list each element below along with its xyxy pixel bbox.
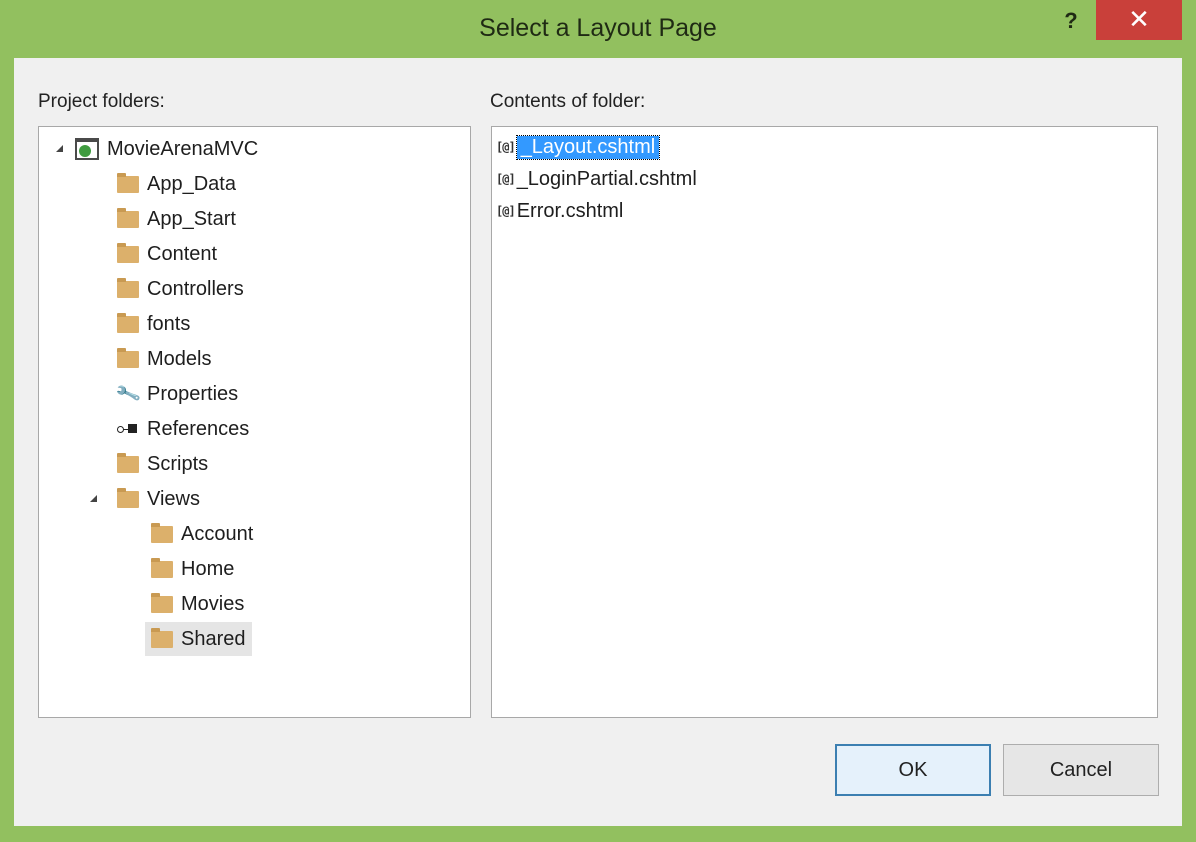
folder-icon: [151, 557, 173, 578]
expand-arrow-icon[interactable]: [56, 145, 63, 152]
tree-item-models[interactable]: Models: [117, 343, 211, 375]
ok-button[interactable]: OK: [835, 744, 991, 796]
wrench-icon: 🔧: [114, 380, 142, 407]
tree-item-label: Properties: [147, 382, 239, 405]
tree-item-label: fonts: [147, 312, 191, 335]
tree-item-views[interactable]: Views: [117, 483, 200, 515]
cshtml-file-icon: [@]: [496, 204, 516, 218]
folder-icon: [151, 522, 173, 543]
tree-item-label: App_Data: [147, 172, 236, 195]
expand-arrow-icon[interactable]: [90, 495, 97, 502]
folder-icon: [117, 347, 139, 368]
file-item-loginpartial[interactable]: [@] _LoginPartial.cshtml: [496, 163, 697, 195]
file-item-label: Error.cshtml: [516, 199, 624, 222]
tree-item-label: Scripts: [147, 452, 209, 475]
tree-item-app-data[interactable]: App_Data: [117, 168, 236, 200]
tree-item-label: Home: [181, 557, 235, 580]
tree-item-app-start[interactable]: App_Start: [117, 203, 236, 235]
tree-item-properties[interactable]: 🔧 Properties: [114, 378, 239, 410]
references-icon: [117, 423, 139, 435]
project-icon: [75, 138, 99, 160]
file-item-label: _Layout.cshtml: [515, 134, 661, 160]
folder-contents-list[interactable]: [@] _Layout.cshtml [@] _LoginPartial.csh…: [491, 126, 1158, 718]
folder-icon: [117, 172, 139, 193]
tree-item-label: References: [147, 417, 250, 440]
tree-item-label: Models: [147, 347, 212, 370]
close-button[interactable]: ✕: [1096, 0, 1182, 40]
title-bar[interactable]: Select a Layout Page ? ✕: [0, 0, 1196, 58]
tree-item-content[interactable]: Content: [117, 238, 217, 270]
tree-item-label: Movies: [181, 592, 245, 615]
folder-icon: [117, 312, 139, 333]
project-folders-tree[interactable]: MovieArenaMVC App_Data App_Start Content…: [38, 126, 471, 718]
dialog-body: Project folders: MovieArenaMVC App_Data …: [14, 58, 1182, 826]
tree-item-label: Content: [147, 242, 218, 265]
tree-item-movies[interactable]: Movies: [151, 588, 244, 620]
folder-icon: [151, 627, 173, 648]
folder-icon: [117, 487, 139, 508]
cshtml-file-icon: [@]: [496, 140, 516, 154]
tree-item-label: Account: [181, 522, 254, 545]
folder-icon: [117, 242, 139, 263]
tree-item-fonts[interactable]: fonts: [117, 308, 190, 340]
tree-item-controllers[interactable]: Controllers: [117, 273, 244, 305]
tree-item-scripts[interactable]: Scripts: [117, 448, 208, 480]
file-item-layout[interactable]: [@] _Layout.cshtml: [496, 131, 661, 163]
cshtml-file-icon: [@]: [496, 172, 516, 186]
dialog-window: Select a Layout Page ? ✕ Project folders…: [0, 0, 1196, 842]
help-button[interactable]: ?: [1053, 6, 1089, 38]
contents-of-folder-label: Contents of folder:: [490, 91, 646, 112]
folder-icon: [117, 207, 139, 228]
folder-icon: [117, 277, 139, 298]
file-item-label: _LoginPartial.cshtml: [516, 167, 697, 190]
cancel-button[interactable]: Cancel: [1003, 744, 1159, 796]
file-item-error[interactable]: [@] Error.cshtml: [496, 195, 623, 227]
tree-item-label: MovieArenaMVC: [107, 137, 259, 160]
tree-item-account[interactable]: Account: [151, 518, 253, 550]
folder-icon: [117, 452, 139, 473]
project-folders-label: Project folders:: [38, 91, 165, 112]
tree-item-references[interactable]: References: [117, 413, 249, 445]
tree-item-home[interactable]: Home: [151, 553, 234, 585]
dialog-title: Select a Layout Page: [479, 14, 717, 42]
tree-item-shared[interactable]: Shared: [145, 622, 252, 656]
tree-item-label: Views: [147, 487, 200, 510]
tree-item-label: App_Start: [147, 207, 236, 230]
tree-item-label: Shared: [181, 627, 246, 650]
tree-item-moviearenamvc[interactable]: MovieArenaMVC: [75, 133, 258, 165]
folder-icon: [151, 592, 173, 613]
tree-item-label: Controllers: [147, 277, 244, 300]
